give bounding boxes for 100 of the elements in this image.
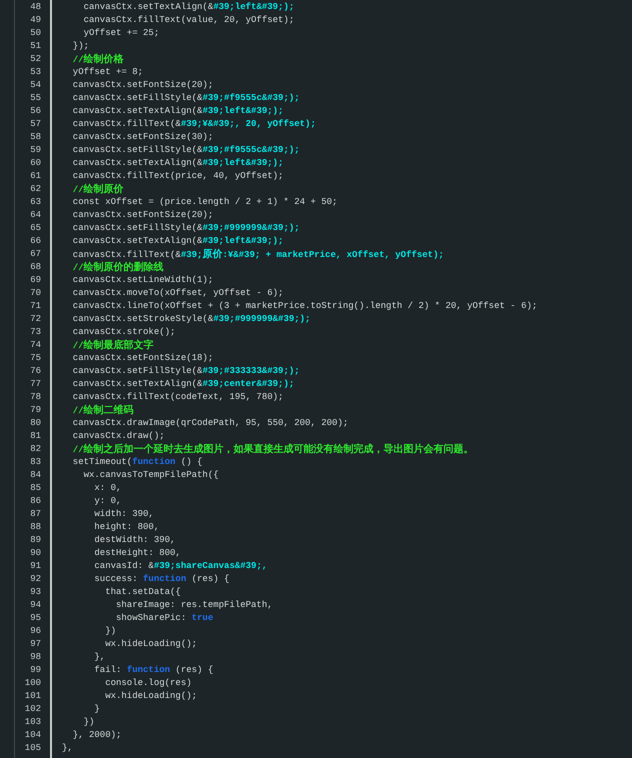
line-number: 64	[30, 209, 42, 222]
line-number: 86	[30, 495, 42, 508]
line-number: 104	[24, 729, 42, 742]
code-line: //绘制之后加一个延时去生成图片，如果直接生成可能没有绘制完成，导出图片会有问题。	[72, 443, 475, 456]
line-number: 57	[30, 118, 42, 131]
line-number: 84	[30, 469, 42, 482]
code-line: yOffset += 25;	[82, 27, 160, 40]
line-number: 59	[30, 144, 42, 157]
line-number: 87	[30, 508, 42, 521]
code-line: canvasCtx.setTextAlign(&#39;center&#39;);	[72, 378, 296, 391]
line-number: 105	[24, 742, 42, 755]
line-number: 80	[30, 417, 42, 430]
line-number: 51	[30, 40, 42, 53]
code-line: canvasCtx.setFontSize(30);	[72, 131, 214, 144]
code-line: wx.hideLoading();	[104, 690, 198, 703]
line-number: 67	[30, 248, 42, 261]
code-line: }	[93, 703, 101, 716]
line-number: 50	[30, 27, 42, 40]
code-line: yOffset += 8;	[72, 66, 144, 79]
code-line: canvasCtx.setFillStyle(&#39;#f9555c&#39;);	[72, 92, 301, 105]
code-line: canvasCtx.setFontSize(18);	[72, 352, 214, 365]
line-number: 81	[30, 430, 42, 443]
line-number: 60	[30, 157, 42, 170]
line-number: 54	[30, 79, 42, 92]
line-number: 66	[30, 235, 42, 248]
line-number: 63	[30, 196, 42, 209]
line-number: 91	[30, 560, 42, 573]
code-line: destHeight: 800,	[93, 547, 182, 560]
code-line: canvasCtx.fillText(price, 40, yOffset);	[72, 170, 284, 183]
code-line: }, 2000);	[72, 729, 122, 742]
line-number: 76	[30, 365, 42, 378]
line-number: 71	[30, 300, 42, 313]
code-line: canvasCtx.stroke();	[72, 326, 176, 339]
line-number: 70	[30, 287, 42, 300]
code-line: fail: function (res) {	[93, 664, 214, 677]
code-line: },	[62, 742, 74, 755]
code-line: canvasCtx.fillText(&#39;¥&#39;, 20, yOffset);	[72, 118, 317, 131]
code-line: canvasCtx.fillText(codeText, 195, 780);	[72, 391, 284, 404]
code-line: //绘制价格	[72, 53, 125, 66]
code-line: success: function (res) {	[93, 573, 230, 586]
line-number: 73	[30, 326, 42, 339]
line-number: 72	[30, 313, 42, 326]
code-line: showSharePic: true	[115, 612, 214, 625]
line-number: 78	[30, 391, 42, 404]
code-line: wx.canvasToTempFilePath({	[82, 469, 220, 482]
code-line: })	[104, 625, 118, 638]
code-line: canvasCtx.fillText(&#39;原价:¥&#39; + marketPrice, xOffset, yOffset);	[72, 248, 445, 261]
code-line: canvasCtx.setStrokeStyle(&#39;#999999&#39;);	[72, 313, 312, 326]
code-line: width: 390,	[93, 508, 155, 521]
code-line: canvasCtx.setTextAlign(&#39;left&#39;);	[72, 105, 284, 118]
line-number: 100	[24, 677, 42, 690]
code-line: wx.hideLoading();	[104, 638, 198, 651]
code-line: canvasCtx.setFillStyle(&#39;#999999&#39;);	[72, 222, 301, 235]
line-number: 53	[30, 66, 42, 79]
code-line: destWidth: 390,	[93, 534, 176, 547]
line-number: 52	[30, 53, 42, 66]
line-number: 90	[30, 547, 42, 560]
line-number: 92	[30, 573, 42, 586]
line-number: 75	[30, 352, 42, 365]
code-line: canvasCtx.lineTo(xOffset + (3 + marketPrice.toString().length / 2) * 20, yOffset - 6);	[72, 300, 538, 313]
line-number: 88	[30, 521, 42, 534]
code-line: height: 800,	[93, 521, 160, 534]
line-number: 49	[30, 14, 42, 27]
line-number: 74	[30, 339, 42, 352]
line-number: 55	[30, 92, 42, 105]
line-number: 61	[30, 170, 42, 183]
line-number: 98	[30, 651, 42, 664]
code-line: canvasCtx.setFontSize(20);	[72, 79, 214, 92]
code-line: canvasCtx.moveTo(xOffset, yOffset - 6);	[72, 287, 284, 300]
line-number: 77	[30, 378, 42, 391]
line-number: 97	[30, 638, 42, 651]
code-line: canvasCtx.setLineWidth(1);	[72, 274, 214, 287]
code-line: that.setData({	[104, 586, 182, 599]
line-number: 82	[30, 443, 42, 456]
code-line: y: 0,	[93, 495, 122, 508]
code-line: //绘制二维码	[72, 404, 135, 417]
line-number: 56	[30, 105, 42, 118]
line-number: 99	[30, 664, 42, 677]
line-number: 101	[24, 690, 42, 703]
line-number: 83	[30, 456, 42, 469]
code-line: canvasCtx.setTextAlign(&#39;left&#39;);	[72, 157, 284, 170]
code-line: shareImage: res.tempFilePath,	[115, 599, 274, 612]
code-line: x: 0,	[93, 482, 122, 495]
line-number: 96	[30, 625, 42, 638]
line-number: 79	[30, 404, 42, 417]
line-number: 48	[30, 1, 42, 14]
line-number: 65	[30, 222, 42, 235]
code-line: //绘制原价	[72, 183, 125, 196]
code-line: canvasCtx.setTextAlign(&#39;left&#39;);	[82, 1, 296, 14]
code-line: canvasCtx.setFontSize(20);	[72, 209, 214, 222]
code-line: canvasId: &#39;shareCanvas&#39;,	[93, 560, 268, 573]
code-line: });	[72, 40, 90, 53]
line-number: 94	[30, 599, 42, 612]
line-number: 89	[30, 534, 42, 547]
code-line: canvasCtx.setTextAlign(&#39;left&#39;);	[72, 235, 284, 248]
code-line: canvasCtx.setFillStyle(&#39;#333333&#39;);	[72, 365, 301, 378]
code-line: const xOffset = (price.length / 2 + 1) * 24 + 50;	[72, 196, 338, 209]
line-number: 102	[24, 703, 42, 716]
code-line: })	[82, 716, 96, 729]
code-line: canvasCtx.draw();	[72, 430, 166, 443]
